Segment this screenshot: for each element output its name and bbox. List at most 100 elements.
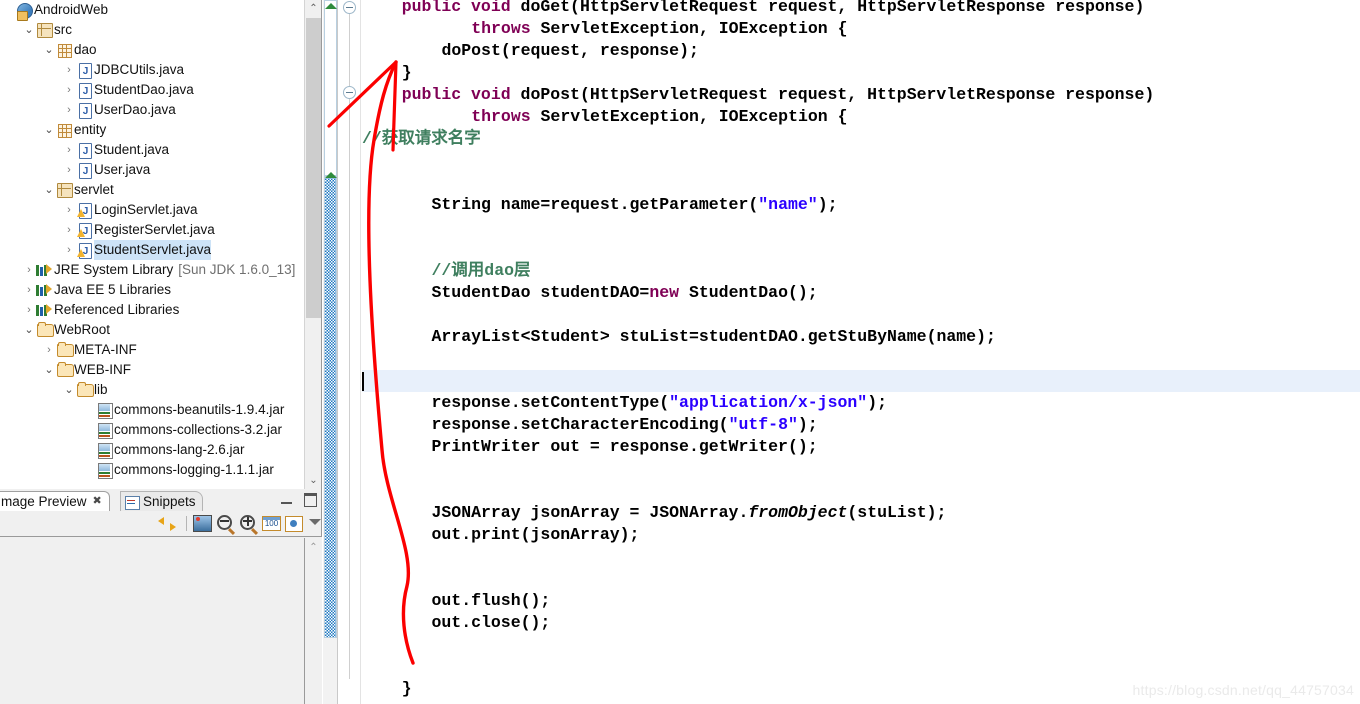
tree-item-web-inf[interactable]: ⌄ WEB-INF	[0, 360, 305, 380]
tree-item-loginservlet-java[interactable]: › LoginServlet.java	[0, 200, 305, 222]
overview-ruler-thumb-lower[interactable]	[324, 176, 337, 638]
actual-size-icon[interactable]	[261, 514, 281, 532]
chevron-right-icon[interactable]: ›	[62, 80, 76, 100]
tree-item-commons-logging-1-1-1-jar[interactable]: commons-logging-1.1.1.jar	[0, 460, 305, 480]
code-line[interactable]: doPost(request, response);	[441, 40, 698, 62]
code-line[interactable]: }	[402, 62, 412, 84]
code-token: ArrayList<Student> stuList=studentDAO.ge…	[431, 327, 996, 346]
chevron-down-icon[interactable]: ⌄	[42, 360, 56, 380]
chevron-right-icon[interactable]: ›	[62, 140, 76, 160]
tree-item-src[interactable]: ⌄ src	[0, 20, 305, 40]
chevron-down-icon[interactable]: ⌄	[22, 20, 36, 40]
tree-item-androidweb[interactable]: AndroidWeb	[0, 0, 305, 21]
tree-item-lib[interactable]: ⌄ lib	[0, 380, 305, 400]
view-menu-icon[interactable]	[306, 514, 321, 532]
tree-item-jdbcutils-java[interactable]: › JDBCUtils.java	[0, 60, 305, 82]
code-line[interactable]: throws ServletException, IOException {	[471, 18, 847, 40]
collapse-icon[interactable]	[343, 86, 356, 99]
tree-item-entity[interactable]: ⌄ entity	[0, 120, 305, 140]
scroll-up-arrow-icon[interactable]: ⌃	[305, 0, 321, 17]
link-with-editor-icon[interactable]	[158, 514, 177, 532]
tree-item-commons-beanutils-1-9-4-jar[interactable]: commons-beanutils-1.9.4.jar	[0, 400, 305, 420]
tree-item-dao[interactable]: ⌄ dao	[0, 40, 305, 60]
tab-snippets[interactable]: Snippets	[120, 491, 203, 511]
code-line[interactable]: ArrayList<Student> stuList=studentDAO.ge…	[432, 326, 996, 348]
tab-image-preview-label: mage Preview	[1, 494, 87, 509]
jar-icon	[96, 420, 114, 440]
chevron-down-icon[interactable]: ⌄	[62, 380, 76, 400]
chevron-right-icon[interactable]: ›	[22, 280, 36, 300]
code-line[interactable]: public void doPost(HttpServletRequest re…	[402, 84, 1155, 106]
overview-marker-icon[interactable]	[325, 172, 337, 178]
tree-item-label: servlet	[74, 182, 114, 197]
tree-item-userdao-java[interactable]: › UserDao.java	[0, 100, 305, 122]
tree-item-servlet[interactable]: ⌄ servlet	[0, 180, 305, 200]
close-icon[interactable]: ✖	[93, 495, 104, 507]
chevron-down-icon[interactable]: ⌄	[42, 40, 56, 60]
tree-item-java-ee-5-libraries[interactable]: › Java EE 5 Libraries	[0, 280, 305, 300]
tree-item-commons-lang-2-6-jar[interactable]: commons-lang-2.6.jar	[0, 440, 305, 460]
code-line[interactable]: String name=request.getParameter("name")…	[432, 194, 838, 216]
tree-item-registerservlet-java[interactable]: › RegisterServlet.java	[0, 220, 305, 242]
fit-to-window-icon[interactable]	[284, 514, 303, 532]
code-line[interactable]: JSONArray jsonArray = JSONArray.fromObje…	[432, 502, 947, 524]
chevron-right-icon[interactable]: ›	[62, 240, 76, 260]
show-image-icon[interactable]	[192, 514, 212, 532]
maximize-view-button[interactable]	[304, 493, 317, 507]
overview-ruler[interactable]	[323, 0, 338, 704]
zoom-in-icon[interactable]	[238, 514, 257, 532]
scrollbar-thumb[interactable]	[306, 18, 321, 318]
code-line[interactable]: out.flush();	[432, 590, 551, 612]
chevron-right-icon[interactable]: ›	[42, 340, 56, 360]
chevron-down-icon[interactable]: ⌄	[42, 180, 56, 200]
overview-ruler-thumb-upper[interactable]	[324, 0, 337, 176]
chevron-right-icon[interactable]: ›	[62, 60, 76, 80]
chevron-right-icon[interactable]: ›	[62, 100, 76, 120]
tree-item-commons-collections-3-2-jar[interactable]: commons-collections-3.2.jar	[0, 420, 305, 440]
code-line[interactable]: //获取请求名字	[362, 128, 481, 150]
overview-marker-icon[interactable]	[325, 3, 337, 9]
preview-scroll-up-icon[interactable]: ⌃	[305, 540, 322, 555]
editor-area[interactable]: public void doGet(HttpServletRequest req…	[323, 0, 1360, 704]
source-code[interactable]: public void doGet(HttpServletRequest req…	[362, 0, 1360, 704]
tree-item-studentservlet-java[interactable]: › StudentServlet.java	[0, 240, 305, 262]
chevron-right-icon[interactable]: ›	[22, 300, 36, 320]
chevron-down-icon[interactable]: ⌄	[42, 120, 56, 140]
current-line-highlight	[362, 370, 1360, 392]
tree-item-user-java[interactable]: › User.java	[0, 160, 305, 182]
explorer-vertical-scrollbar[interactable]: ⌃ ⌄	[304, 0, 321, 489]
project-tree[interactable]: AndroidWeb ⌄ src ⌄ dao › JDBCUtils.java › Studen…	[0, 0, 305, 480]
minimize-view-button[interactable]	[281, 493, 293, 504]
code-token: //调用dao层	[431, 261, 531, 280]
tree-item-student-java[interactable]: › Student.java	[0, 140, 305, 162]
chevron-right-icon[interactable]: ›	[22, 260, 36, 280]
folding-gutter[interactable]	[339, 0, 361, 704]
code-line[interactable]: throws ServletException, IOException {	[471, 106, 847, 128]
code-line[interactable]: //调用dao层	[432, 260, 531, 282]
code-line[interactable]: out.close();	[432, 612, 551, 634]
tree-item-studentdao-java[interactable]: › StudentDao.java	[0, 80, 305, 102]
tree-item-webroot[interactable]: ⌄ WebRoot	[0, 320, 305, 340]
preview-vertical-scrollbar[interactable]: ⌃	[305, 538, 322, 704]
package-explorer-panel[interactable]: AndroidWeb ⌄ src ⌄ dao › JDBCUtils.java › Studen…	[0, 0, 322, 489]
code-line[interactable]: PrintWriter out = response.getWriter();	[432, 436, 818, 458]
chevron-right-icon[interactable]: ›	[62, 160, 76, 180]
chevron-down-icon[interactable]: ⌄	[22, 320, 36, 340]
code-line[interactable]: response.setContentType("application/x-j…	[432, 392, 888, 414]
collapse-icon[interactable]	[343, 1, 356, 14]
tree-item-referenced-libraries[interactable]: › Referenced Libraries	[0, 300, 305, 320]
code-token: String name=request.getParameter(	[431, 195, 759, 214]
tree-item-jre-system-library[interactable]: › JRE System Library [Sun JDK 1.6.0_13]	[0, 260, 305, 280]
zoom-out-icon[interactable]	[215, 514, 234, 532]
chevron-right-icon[interactable]: ›	[62, 220, 76, 240]
code-line[interactable]: public void doGet(HttpServletRequest req…	[402, 0, 1145, 18]
scroll-down-arrow-icon[interactable]: ⌄	[305, 472, 321, 489]
code-line[interactable]: }	[402, 678, 412, 700]
code-line[interactable]: response.setCharacterEncoding("utf-8");	[432, 414, 818, 436]
tree-item-meta-inf[interactable]: › META-INF	[0, 340, 305, 360]
code-line[interactable]: StudentDao studentDAO=new StudentDao();	[432, 282, 818, 304]
code-token: );	[817, 195, 838, 214]
chevron-right-icon[interactable]: ›	[62, 200, 76, 220]
code-line[interactable]: out.print(jsonArray);	[432, 524, 640, 546]
tab-image-preview[interactable]: mage Preview ✖	[0, 491, 110, 511]
